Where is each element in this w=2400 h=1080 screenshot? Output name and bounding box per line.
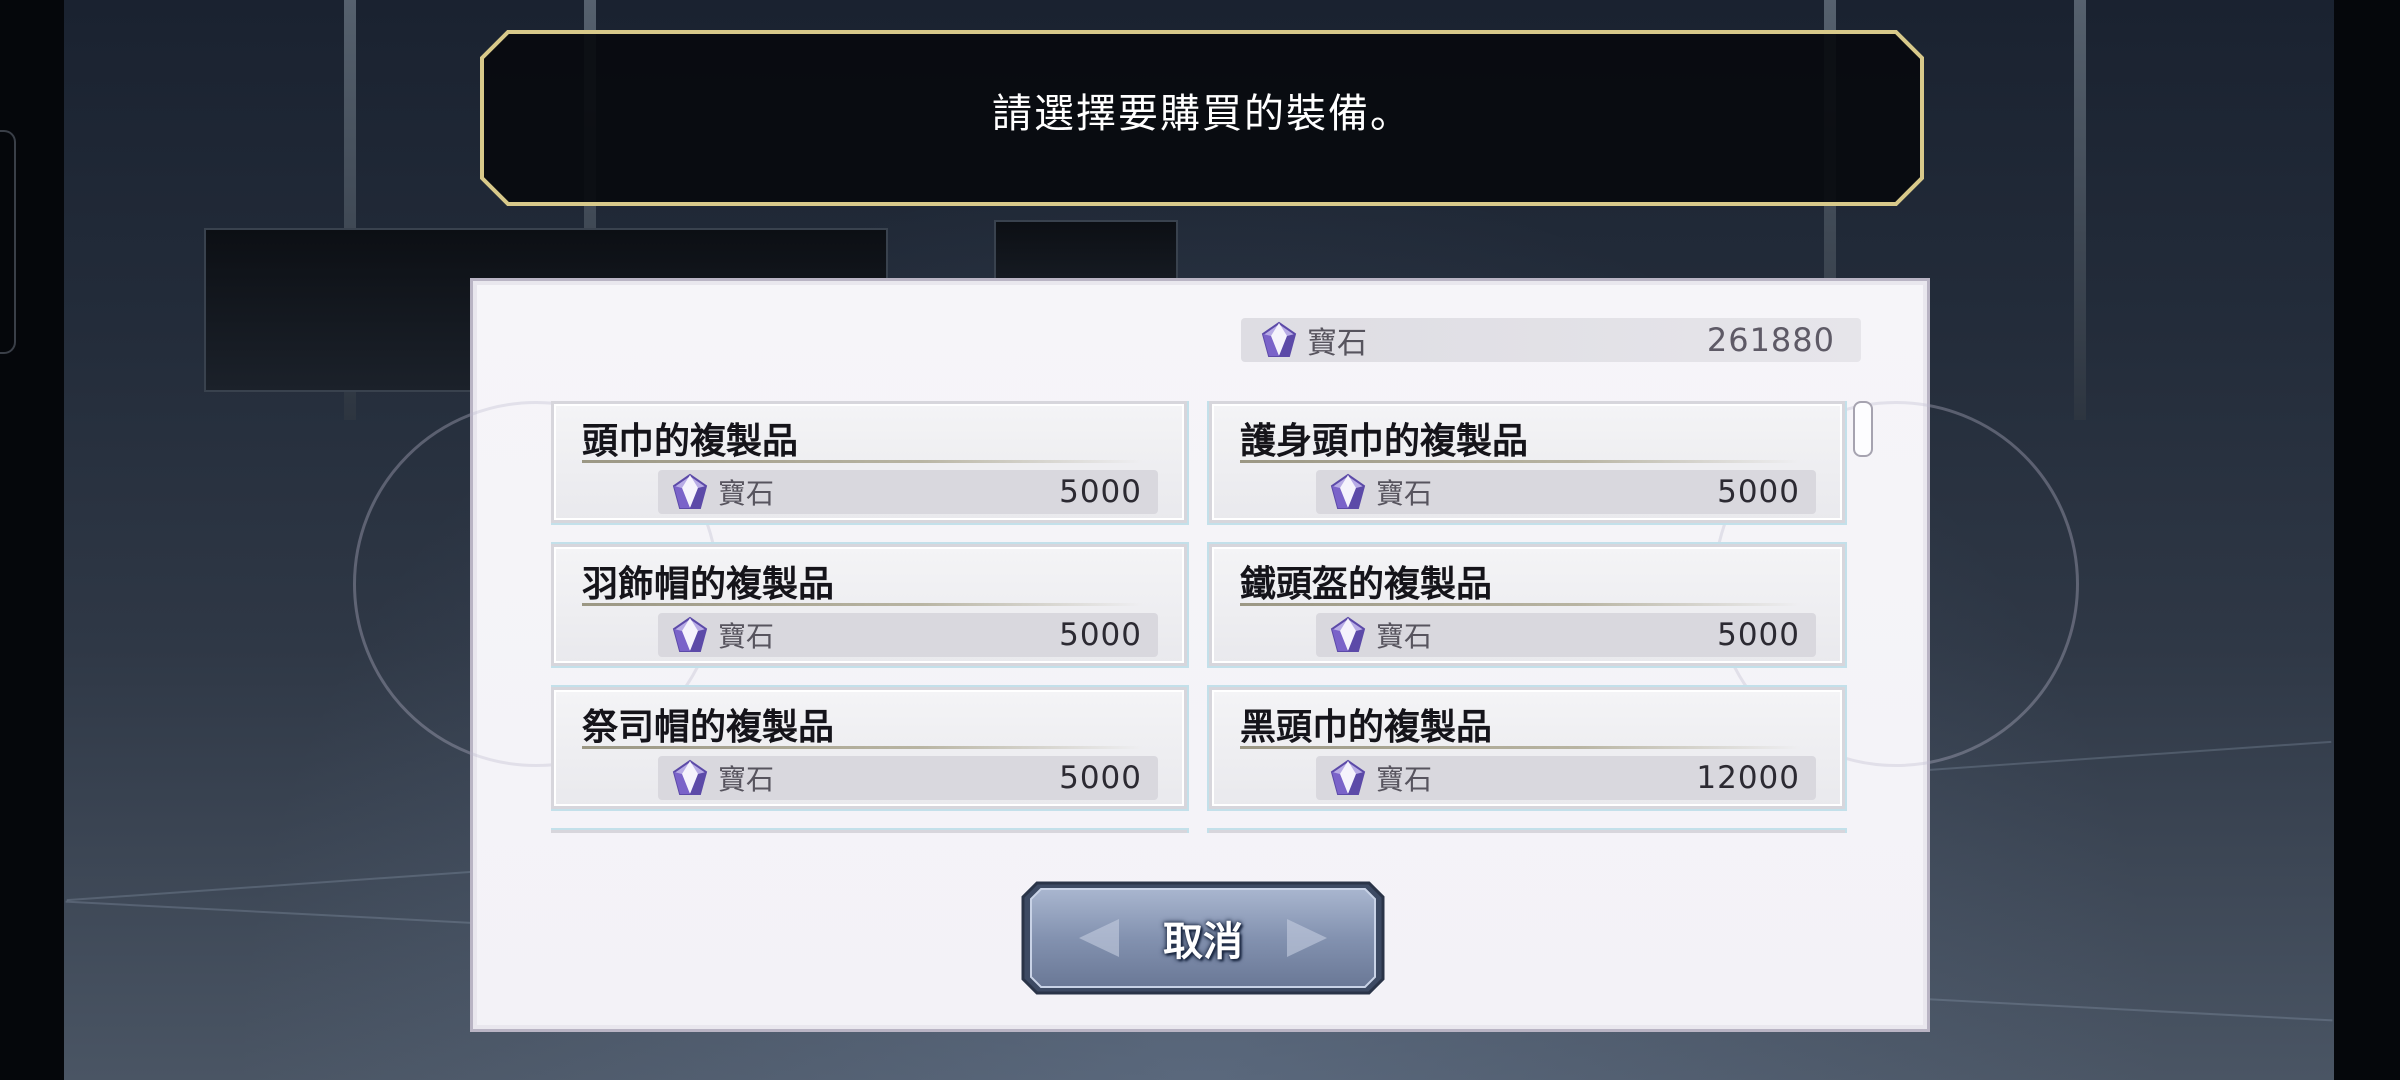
item-list-scrollbar[interactable] — [1853, 401, 1873, 833]
side-edge-tab — [0, 130, 16, 354]
item-card[interactable]: 頭巾的複製品 寶石 5000 — [551, 401, 1187, 523]
item-price-value: 5000 — [1059, 474, 1142, 510]
item-price: 寶石 5000 — [1316, 470, 1816, 514]
gem-icon — [1330, 473, 1366, 509]
item-name: 羽飾帽的複製品 — [582, 563, 835, 605]
message-box: 請選擇要購買的裝備。 — [480, 30, 1924, 206]
item-price: 寶石 5000 — [1316, 613, 1816, 657]
item-name-underline — [1240, 603, 1800, 606]
item-price-value: 5000 — [1059, 617, 1142, 653]
item-currency-label: 寶石 — [718, 620, 775, 653]
item-currency-label: 寶石 — [1376, 477, 1433, 510]
item-name: 護身頭巾的複製品 — [1240, 420, 1529, 462]
item-price-value: 12000 — [1696, 760, 1800, 796]
item-card-partial[interactable] — [551, 830, 1187, 833]
item-currency-label: 寶石 — [718, 763, 775, 796]
currency-balance: 寶石 261880 — [1241, 318, 1861, 362]
item-name-underline — [1240, 746, 1800, 749]
gem-icon — [672, 616, 708, 652]
cancel-button[interactable]: 取消 — [1019, 879, 1387, 997]
item-card-partial[interactable] — [1209, 830, 1845, 833]
item-currency-label: 寶石 — [1376, 763, 1433, 796]
item-name-underline — [1240, 460, 1800, 463]
gem-icon — [1330, 616, 1366, 652]
item-price: 寶石 12000 — [1316, 756, 1816, 800]
item-price: 寶石 5000 — [658, 470, 1158, 514]
game-screen: 請選擇要購買的裝備。 寶石 261880 頭巾的複製品 寶石 5000 護身頭巾… — [0, 0, 2400, 1080]
item-name: 鐵頭盔的複製品 — [1240, 563, 1493, 605]
item-name: 祭司帽的複製品 — [582, 706, 835, 748]
item-card[interactable]: 祭司帽的複製品 寶石 5000 — [551, 687, 1187, 809]
item-card[interactable]: 黑頭巾的複製品 寶石 12000 — [1209, 687, 1845, 809]
scrollbar-thumb[interactable] — [1853, 401, 1873, 457]
gem-icon — [1261, 321, 1297, 357]
item-price: 寶石 5000 — [658, 613, 1158, 657]
item-price-value: 5000 — [1059, 760, 1142, 796]
item-currency-label: 寶石 — [718, 477, 775, 510]
gem-icon — [672, 759, 708, 795]
item-card[interactable]: 護身頭巾的複製品 寶石 5000 — [1209, 401, 1845, 523]
item-price: 寶石 5000 — [658, 756, 1158, 800]
item-name: 頭巾的複製品 — [582, 420, 799, 462]
cancel-button-label: 取消 — [1163, 918, 1243, 965]
item-card[interactable]: 羽飾帽的複製品 寶石 5000 — [551, 544, 1187, 666]
item-currency-label: 寶石 — [1376, 620, 1433, 653]
item-name-underline — [582, 603, 1142, 606]
item-name: 黑頭巾的複製品 — [1240, 706, 1493, 748]
item-name-underline — [582, 460, 1142, 463]
currency-amount: 261880 — [1706, 321, 1835, 359]
item-price-value: 5000 — [1717, 617, 1800, 653]
item-price-value: 5000 — [1717, 474, 1800, 510]
message-text: 請選擇要購買的裝備。 — [992, 91, 1412, 137]
gem-icon — [1330, 759, 1366, 795]
currency-label: 寶石 — [1307, 326, 1367, 361]
item-list[interactable]: 頭巾的複製品 寶石 5000 護身頭巾的複製品 寶石 5000 羽飾帽的複製品 … — [551, 401, 1869, 833]
item-card[interactable]: 鐵頭盔的複製品 寶石 5000 — [1209, 544, 1845, 666]
shop-dialog: 寶石 261880 頭巾的複製品 寶石 5000 護身頭巾的複製品 寶石 500… — [353, 278, 2079, 1032]
background-pillar — [2074, 0, 2086, 420]
gem-icon — [672, 473, 708, 509]
item-name-underline — [582, 746, 1142, 749]
